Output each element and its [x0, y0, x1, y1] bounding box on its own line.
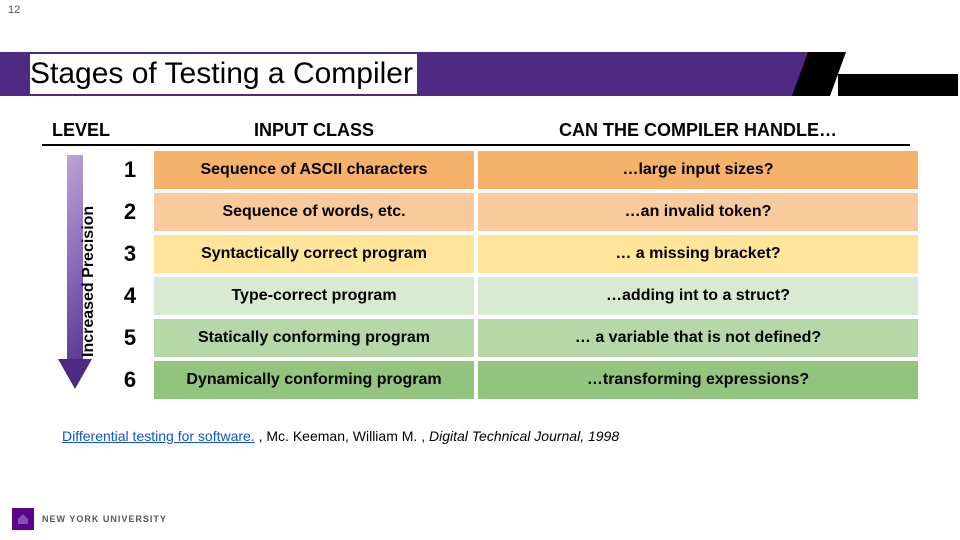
nyu-logo-icon — [12, 508, 34, 530]
level-num: 6 — [110, 361, 150, 399]
header-handle: CAN THE COMPILER HANDLE… — [478, 120, 918, 147]
level-num: 1 — [110, 151, 150, 189]
input-cell: Sequence of ASCII characters — [154, 151, 474, 189]
input-cell: Dynamically conforming program — [154, 361, 474, 399]
handle-cell: …transforming expressions? — [478, 361, 918, 399]
input-cell: Syntactically correct program — [154, 235, 474, 273]
handle-cell: …adding int to a struct? — [478, 277, 918, 315]
footer-org: NEW YORK UNIVERSITY — [42, 514, 167, 524]
reference-rest: , Mc. Keeman, William M. , — [255, 428, 429, 444]
input-cell: Sequence of words, etc. — [154, 193, 474, 231]
footer: NEW YORK UNIVERSITY — [12, 508, 167, 530]
reference-journal: Digital Technical Journal, 1998 — [429, 428, 619, 444]
header-underline — [42, 144, 910, 146]
title-bar: Stages of Testing a Compiler — [0, 52, 960, 100]
handle-cell: … a missing bracket? — [478, 235, 918, 273]
precision-arrow: Increased Precision — [46, 151, 106, 399]
level-num: 4 — [110, 277, 150, 315]
reference-citation: Differential testing for software. , Mc.… — [62, 428, 619, 444]
page-number: 12 — [8, 4, 20, 16]
arrow-label: Increased Precision — [80, 206, 98, 357]
slide-title: Stages of Testing a Compiler — [30, 54, 417, 94]
input-cell: Statically conforming program — [154, 319, 474, 357]
input-cell: Type-correct program — [154, 277, 474, 315]
header-level: LEVEL — [46, 120, 150, 147]
header-input-class: INPUT CLASS — [154, 120, 474, 147]
handle-cell: … a variable that is not defined? — [478, 319, 918, 357]
level-num: 2 — [110, 193, 150, 231]
handle-cell: …an invalid token? — [478, 193, 918, 231]
level-num: 5 — [110, 319, 150, 357]
level-num: 3 — [110, 235, 150, 273]
reference-link[interactable]: Differential testing for software. — [62, 428, 255, 444]
handle-cell: …large input sizes? — [478, 151, 918, 189]
content-table: LEVEL INPUT CLASS CAN THE COMPILER HANDL… — [42, 116, 922, 403]
